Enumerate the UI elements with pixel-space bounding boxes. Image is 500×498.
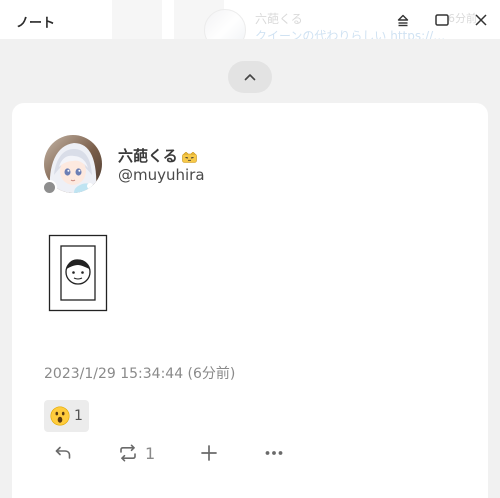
collapse-icon	[397, 14, 409, 27]
author-display-name[interactable]: 六葩くる	[118, 145, 178, 166]
add-reaction-button[interactable]	[200, 440, 218, 466]
file-icon	[48, 234, 108, 312]
note-card: 六葩くる @muyuhira 2023/1/29 15:34:44 (6分前)	[12, 103, 488, 498]
close-icon	[475, 14, 487, 26]
close-button[interactable]	[469, 8, 493, 32]
background-note-text: クイーンの代わりらしい https://…	[255, 29, 446, 39]
maximize-button[interactable]	[430, 8, 454, 32]
author-name-row: 六葩くる	[118, 145, 197, 166]
more-button[interactable]	[264, 440, 284, 466]
astonished-face-emoji-icon	[50, 406, 70, 426]
more-icon	[265, 451, 283, 455]
author-username[interactable]: @muyuhira	[118, 166, 205, 184]
reply-icon	[55, 446, 71, 459]
online-status-indicator	[42, 180, 57, 195]
plus-icon	[201, 445, 217, 461]
ghost-column	[174, 0, 224, 39]
file-attachment[interactable]	[48, 234, 108, 312]
show-previous-button[interactable]	[228, 61, 272, 93]
maximize-icon	[435, 14, 449, 26]
renote-icon	[120, 444, 136, 462]
collapse-button[interactable]	[391, 8, 415, 32]
reply-button[interactable]	[54, 440, 72, 466]
chevron-up-icon	[244, 74, 256, 81]
background-note-author: 六葩くる	[255, 12, 303, 26]
reaction-button[interactable]: 1	[44, 400, 89, 432]
note-actions: 1	[12, 440, 488, 466]
ghost-column	[112, 0, 162, 39]
reaction-count: 1	[74, 408, 83, 424]
background-note-avatar	[204, 9, 246, 39]
note-timestamp[interactable]: 2023/1/29 15:34:44 (6分前)	[44, 363, 235, 383]
renote-count: 1	[145, 443, 156, 463]
custom-emoji-icon	[181, 152, 197, 163]
window-header: 六葩くる クイーンの代わりらしい https://… 6分前 ノート	[0, 0, 500, 39]
window-title: ノート	[16, 16, 56, 31]
renote-button[interactable]: 1	[118, 440, 155, 466]
